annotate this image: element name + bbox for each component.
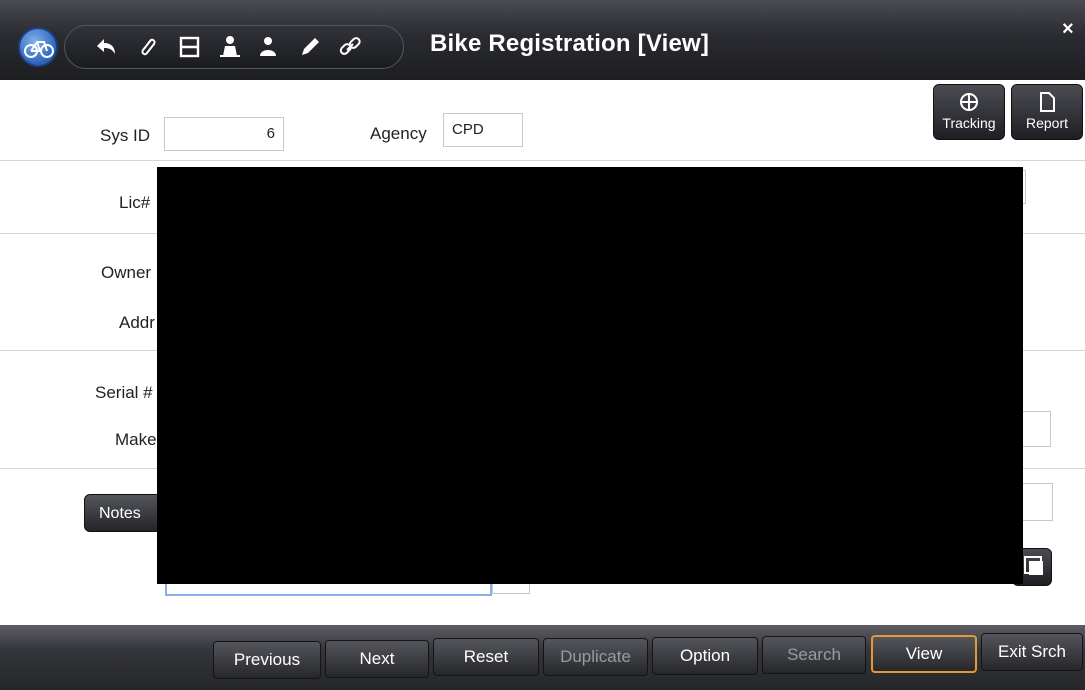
divider [0,160,1085,161]
sys-id-field[interactable]: 6 [164,117,284,151]
view-button[interactable]: View [871,635,977,673]
clip-icon[interactable] [177,34,203,60]
option-button[interactable]: Option [652,637,758,675]
search-label: Search [787,645,841,664]
document-icon [1040,92,1055,112]
next-label: Next [359,649,395,668]
toolbar-group [64,25,404,69]
person-icon[interactable] [255,34,281,60]
lic-label: Lic# [119,193,151,212]
previous-label: Previous [233,650,301,669]
serial-label: Serial # [95,383,153,402]
window-title: Bike Registration [View] [430,30,710,57]
owner-label: Owner [101,263,152,282]
option-label: Option [679,646,731,665]
view-label: View [905,644,943,663]
duplicate-button[interactable]: Duplicate [543,638,648,676]
close-icon[interactable]: × [1062,18,1074,41]
reset-label: Reset [463,647,509,666]
bottom-toolbar: Previous Next Reset Duplicate Option Sea… [0,625,1085,690]
bicycle-icon [18,27,58,67]
title-bar: Bike Registration [View] × [0,0,1085,80]
search-button[interactable]: Search [762,636,866,674]
undo-icon[interactable] [93,34,119,60]
person-alert-icon[interactable] [217,34,243,60]
link-icon[interactable] [337,34,363,60]
next-button[interactable]: Next [325,640,429,678]
address-label: Addr [119,313,155,332]
notes-button[interactable]: Notes [84,494,162,532]
pencil-icon[interactable] [297,34,323,60]
tracking-label: Tracking [942,115,996,131]
report-label: Report [1025,115,1069,131]
redaction-block [157,167,1023,584]
agency-label: Agency [370,124,427,143]
reset-button[interactable]: Reset [433,638,539,676]
crosshair-icon [960,93,978,111]
notes-side-field[interactable] [1018,483,1053,521]
exit-search-label: Exit Srch [997,642,1067,661]
notes-label: Notes [99,505,141,522]
tracking-button[interactable]: Tracking [933,84,1005,140]
form-panel: Sys ID 6 Agency CPD Tracking Report Lic#… [0,80,1085,625]
sys-id-label: Sys ID [100,126,151,145]
paperclip-icon[interactable] [135,34,161,60]
agency-field[interactable]: CPD [443,113,523,147]
exit-search-button[interactable]: Exit Srch [981,633,1083,671]
duplicate-label: Duplicate [560,647,631,666]
report-button[interactable]: Report [1011,84,1083,140]
make-label: Make [115,430,157,449]
previous-button[interactable]: Previous [213,641,321,679]
